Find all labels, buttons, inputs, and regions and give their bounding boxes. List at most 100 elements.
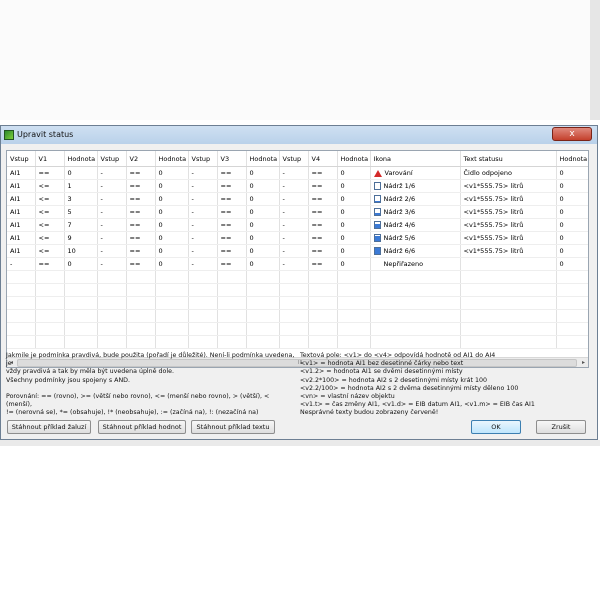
empty-table-row[interactable] xyxy=(7,335,588,349)
column-header[interactable]: Vstup xyxy=(188,151,218,167)
column-header[interactable]: Hodnota xyxy=(155,151,189,167)
table-cell[interactable] xyxy=(279,309,309,323)
table-cell[interactable]: == xyxy=(308,244,338,258)
table-cell[interactable] xyxy=(35,270,65,284)
table-cell[interactable]: <= xyxy=(35,231,65,245)
table-cell[interactable] xyxy=(370,296,461,310)
table-row[interactable]: AI1 <= 3- == 0- == 0- == 0 Nádrž 2/6 <v1*555.75> l… xyxy=(7,192,588,206)
close-button[interactable]: x xyxy=(552,127,592,141)
table-cell[interactable] xyxy=(217,270,247,284)
table-cell[interactable] xyxy=(370,309,461,323)
table-cell[interactable] xyxy=(35,283,65,297)
table-cell[interactable]: 0 xyxy=(64,257,98,271)
column-header[interactable]: Hodnota xyxy=(556,151,588,167)
table-cell[interactable]: == xyxy=(126,192,156,206)
table-cell[interactable] xyxy=(64,270,98,284)
table-cell[interactable] xyxy=(155,309,189,323)
table-cell[interactable]: - xyxy=(188,205,218,219)
column-header[interactable]: Vstup xyxy=(97,151,127,167)
column-header[interactable]: Vstup xyxy=(279,151,309,167)
table-cell[interactable]: - xyxy=(188,179,218,193)
table-cell[interactable]: <= xyxy=(35,179,65,193)
table-cell[interactable]: == xyxy=(126,179,156,193)
table-cell[interactable] xyxy=(246,322,280,336)
download-text-example-button[interactable]: Stáhnout příklad textu xyxy=(191,420,275,434)
table-cell[interactable]: - xyxy=(279,192,309,206)
table-cell[interactable] xyxy=(35,309,65,323)
table-cell[interactable] xyxy=(308,322,338,336)
table-cell[interactable]: - xyxy=(279,218,309,232)
table-cell[interactable]: 0 xyxy=(337,179,371,193)
icon-cell[interactable]: Nádrž 2/6 xyxy=(370,192,461,206)
table-cell[interactable] xyxy=(155,322,189,336)
table-cell[interactable] xyxy=(64,296,98,310)
table-cell[interactable]: <= xyxy=(35,192,65,206)
table-cell[interactable] xyxy=(556,322,588,336)
table-cell[interactable] xyxy=(337,296,371,310)
table-cell[interactable] xyxy=(556,283,588,297)
table-cell[interactable]: <= xyxy=(35,218,65,232)
table-row[interactable]: - == 0- == 0- == 0- == 0 Nepřiřazeno 0 xyxy=(7,257,588,271)
table-cell[interactable]: AI1 xyxy=(7,166,36,180)
table-cell[interactable] xyxy=(155,283,189,297)
table-cell[interactable]: == xyxy=(126,244,156,258)
table-cell[interactable] xyxy=(460,309,557,323)
table-cell[interactable] xyxy=(97,322,127,336)
table-cell[interactable]: == xyxy=(217,205,247,219)
table-cell[interactable] xyxy=(246,270,280,284)
column-header[interactable]: V1 xyxy=(35,151,65,167)
table-cell[interactable]: - xyxy=(188,244,218,258)
table-cell[interactable]: 0 xyxy=(337,192,371,206)
table-cell[interactable] xyxy=(126,296,156,310)
table-cell[interactable]: <v1*555.75> litrů xyxy=(460,244,557,258)
table-cell[interactable]: - xyxy=(279,244,309,258)
table-cell[interactable]: 9 xyxy=(64,231,98,245)
table-cell[interactable] xyxy=(217,296,247,310)
table-row[interactable]: AI1 <= 1- == 0- == 0- == 0 Nádrž 1/6 <v1*555.75> l… xyxy=(7,179,588,193)
column-header[interactable]: V2 xyxy=(126,151,156,167)
table-cell[interactable]: - xyxy=(97,231,127,245)
table-cell[interactable]: == xyxy=(126,205,156,219)
table-cell[interactable]: 0 xyxy=(155,166,189,180)
table-cell[interactable]: 0 xyxy=(246,179,280,193)
column-header[interactable]: Hodnota xyxy=(64,151,98,167)
table-cell[interactable]: 0 xyxy=(155,231,189,245)
table-cell[interactable] xyxy=(370,270,461,284)
table-cell[interactable] xyxy=(35,296,65,310)
table-cell[interactable] xyxy=(155,335,189,349)
table-cell[interactable]: <v1*555.75> litrů xyxy=(460,205,557,219)
table-cell[interactable] xyxy=(97,335,127,349)
table-cell[interactable] xyxy=(308,270,338,284)
table-cell[interactable] xyxy=(97,270,127,284)
table-cell[interactable]: AI1 xyxy=(7,218,36,232)
table-cell[interactable]: == xyxy=(308,231,338,245)
table-cell[interactable]: - xyxy=(188,231,218,245)
table-row[interactable]: AI1 <= 7- == 0- == 0- == 0 Nádrž 4/6 <v1*555.75> l… xyxy=(7,218,588,232)
table-cell[interactable]: - xyxy=(188,257,218,271)
column-header[interactable]: Hodnota xyxy=(246,151,280,167)
table-cell[interactable] xyxy=(246,283,280,297)
table-cell[interactable]: <v1*555.75> litrů xyxy=(460,218,557,232)
table-cell[interactable]: 0 xyxy=(556,218,588,232)
table-cell[interactable] xyxy=(279,335,309,349)
column-header[interactable]: V3 xyxy=(217,151,247,167)
table-cell[interactable]: == xyxy=(217,192,247,206)
table-cell[interactable] xyxy=(188,322,218,336)
table-cell[interactable] xyxy=(64,322,98,336)
table-cell[interactable] xyxy=(7,296,36,310)
table-cell[interactable]: 0 xyxy=(155,179,189,193)
table-cell[interactable]: - xyxy=(279,166,309,180)
table-cell[interactable] xyxy=(7,309,36,323)
table-cell[interactable] xyxy=(460,335,557,349)
table-cell[interactable] xyxy=(217,335,247,349)
table-cell[interactable]: 0 xyxy=(155,244,189,258)
icon-cell[interactable]: Nádrž 6/6 xyxy=(370,244,461,258)
table-cell[interactable] xyxy=(7,335,36,349)
table-cell[interactable]: <= xyxy=(35,205,65,219)
table-cell[interactable]: 0 xyxy=(337,205,371,219)
table-cell[interactable] xyxy=(7,270,36,284)
table-cell[interactable]: 0 xyxy=(337,218,371,232)
table-cell[interactable]: Čidlo odpojeno xyxy=(460,166,557,180)
table-cell[interactable] xyxy=(556,335,588,349)
table-cell[interactable] xyxy=(7,322,36,336)
